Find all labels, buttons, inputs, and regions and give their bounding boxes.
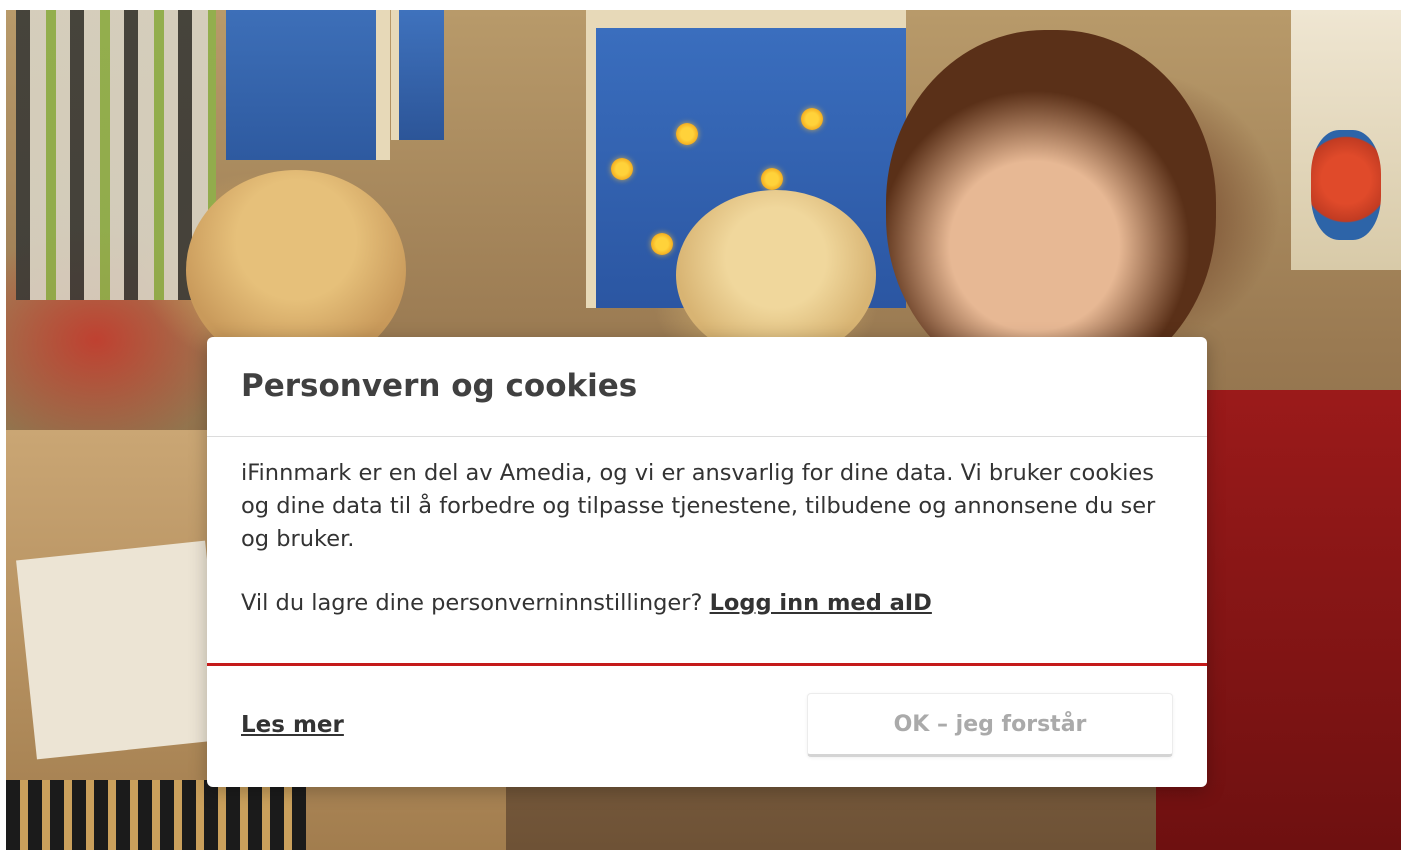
login-aid-link[interactable]: Logg inn med aID <box>710 590 932 616</box>
photo-child-blond-girl <box>676 190 876 360</box>
photo-worksheet <box>16 540 226 760</box>
ok-accept-button[interactable]: OK – jeg forstår <box>807 693 1173 757</box>
photo-wall-right <box>1291 10 1401 270</box>
save-settings-prompt: Vil du lagre dine personverninnstillinge… <box>241 590 703 616</box>
read-more-link[interactable]: Les mer <box>241 712 344 738</box>
privacy-cookie-dialog: Personvern og cookies iFinnmark er en de… <box>207 337 1207 787</box>
dialog-footer: Les mer OK – jeg forstår <box>207 666 1207 784</box>
photo-star-decoration <box>801 108 823 130</box>
photo-window-left <box>226 10 390 160</box>
dialog-body-paragraph: iFinnmark er en del av Amedia, og vi er … <box>241 460 1156 552</box>
photo-star-decoration <box>651 233 673 255</box>
photo-basket <box>6 780 306 850</box>
photo-star-decoration <box>676 123 698 145</box>
photo-child-dark-haired-girl <box>886 30 1216 390</box>
photo-window-middle <box>391 10 444 140</box>
page: Personvern og cookies iFinnmark er en de… <box>0 0 1401 850</box>
photo-star-decoration <box>761 168 783 190</box>
photo-child-drawing <box>1311 130 1381 240</box>
dialog-header: Personvern og cookies <box>207 337 1207 437</box>
save-settings-line: Vil du lagre dine personverninnstillinge… <box>241 587 1173 620</box>
dialog-title: Personvern og cookies <box>241 367 638 404</box>
dialog-body: iFinnmark er en del av Amedia, og vi er … <box>207 437 1207 666</box>
photo-star-decoration <box>611 158 633 180</box>
